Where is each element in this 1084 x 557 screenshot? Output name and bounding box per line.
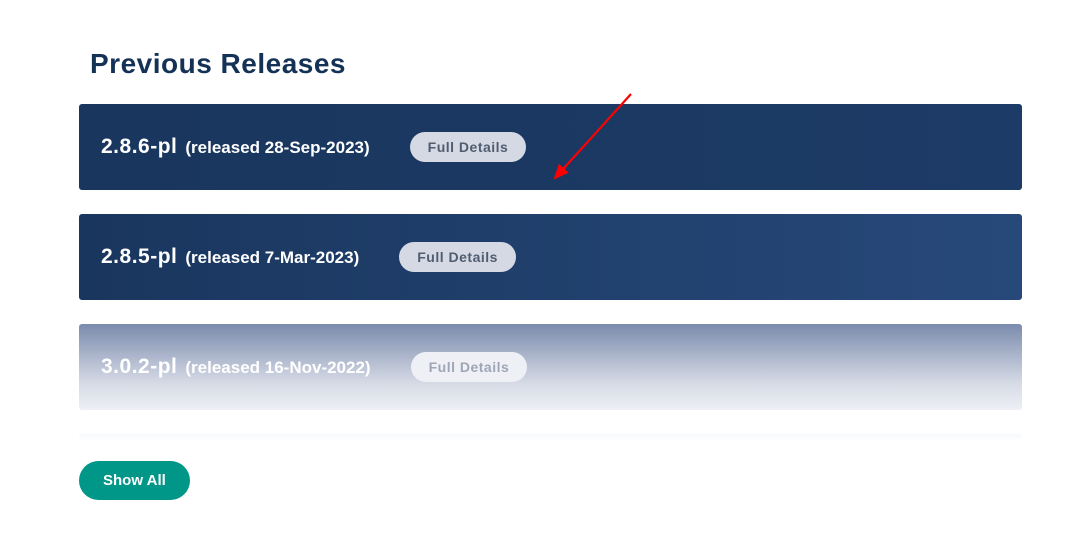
release-version: 2.8.5-pl bbox=[101, 245, 177, 269]
release-version: 3.0.2-pl bbox=[101, 355, 177, 379]
release-label: 3.0.2-pl (released 16-Nov-2022) bbox=[101, 355, 371, 379]
release-date: (released 28-Sep-2023) bbox=[185, 138, 369, 158]
release-row: 2.8.5-pl (released 7-Mar-2023) Full Deta… bbox=[79, 214, 1022, 300]
release-label: 2.8.5-pl (released 7-Mar-2023) bbox=[101, 245, 359, 269]
full-details-button[interactable]: Full Details bbox=[411, 352, 528, 382]
release-date: (released 7-Mar-2023) bbox=[185, 248, 359, 268]
release-version: 2.8.6-pl bbox=[101, 135, 177, 159]
full-details-button[interactable]: Full Details bbox=[399, 242, 516, 272]
release-date: (released 16-Nov-2022) bbox=[185, 358, 370, 378]
release-row: 2.8.6-pl (released 28-Sep-2023) Full Det… bbox=[79, 104, 1022, 190]
release-row: 3.0.2-pl (released 16-Nov-2022) Full Det… bbox=[79, 324, 1022, 410]
show-all-button[interactable]: Show All bbox=[79, 461, 190, 500]
previous-releases-heading: Previous Releases bbox=[90, 48, 1084, 80]
full-details-button[interactable]: Full Details bbox=[410, 132, 527, 162]
release-row-partial bbox=[79, 434, 1022, 441]
release-label: 2.8.6-pl (released 28-Sep-2023) bbox=[101, 135, 370, 159]
